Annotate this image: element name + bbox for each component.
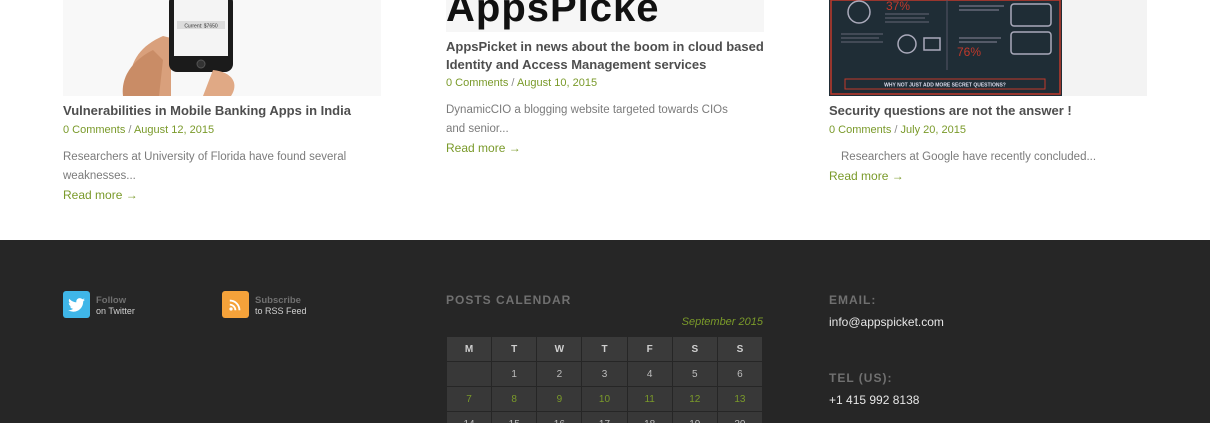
calendar-caption: September 2015 (681, 316, 763, 328)
calendar-day-link[interactable]: 11 (626, 386, 673, 412)
appspicket-logo-text: AppsPicke (446, 0, 660, 30)
calendar-day: 15 (491, 411, 538, 423)
weekday-header: T (581, 336, 628, 362)
twitter-follow-link[interactable]: Follow on Twitter (63, 291, 135, 318)
comments-link[interactable]: 0 Comments (63, 124, 125, 136)
calendar-day: 14 (445, 411, 493, 423)
weekday-header: M (445, 336, 493, 362)
rss-line2: to RSS Feed (255, 306, 307, 316)
excerpt-line: and senior... (446, 122, 509, 135)
calendar-empty-day (445, 361, 493, 387)
meta-separator: / (511, 77, 515, 89)
excerpt-line: Researchers at University of Florida hav… (63, 151, 347, 163)
weekday-header: T (491, 336, 538, 362)
site-footer: Follow on Twitter Subscribe to RSS Feed … (0, 240, 1210, 423)
excerpt-line: Researchers at Google have recently conc… (841, 151, 1097, 163)
calendar-week-row: 7 8 9 10 11 12 13 (445, 386, 764, 412)
twitter-text[interactable]: Follow on Twitter (96, 295, 135, 317)
calendar-day: 20 (716, 411, 764, 423)
calendar-day: 3 (581, 361, 628, 387)
post-thumbnail-appspicket[interactable]: AppsPicke (446, 0, 764, 32)
rss-icon[interactable] (222, 291, 249, 318)
calendar-day: 16 (536, 411, 583, 423)
calendar-header-row: M T W T F S S (445, 336, 764, 362)
calendar-day: 18 (626, 411, 673, 423)
meta-separator: / (894, 124, 898, 136)
calendar-week-row: 1 2 3 4 5 6 (445, 361, 764, 387)
tel-label: TEL (US): (829, 371, 893, 385)
calendar-heading: POSTS CALENDAR (446, 293, 572, 307)
calendar-day-link[interactable]: 8 (491, 386, 538, 412)
post-meta: 0 Comments / August 10, 2015 (446, 76, 597, 90)
calendar-day-link[interactable]: 13 (716, 386, 764, 412)
email-link[interactable]: info@appspicket.com (829, 315, 944, 329)
calendar-day: 5 (671, 361, 718, 387)
post-date[interactable]: August 10, 2015 (517, 77, 597, 89)
calendar-day: 19 (671, 411, 718, 423)
excerpt-line: DynamicCIO a blogging website targeted t… (446, 104, 728, 116)
read-more-link[interactable]: Read more → (829, 168, 904, 184)
calendar-day: 6 (716, 361, 764, 387)
comments-link[interactable]: 0 Comments (829, 124, 891, 136)
excerpt-line: weaknesses... (63, 169, 136, 182)
post-excerpt: DynamicCIO a blogging website targeted t… (446, 101, 728, 138)
rss-line1: Subscribe (255, 295, 301, 306)
post-thumbnail-mobile-banking[interactable]: Current: $7650 (63, 0, 381, 96)
infographic-image: 37% 76% WHY NOT JUST ADD MORE SECRET QUE… (829, 0, 1062, 96)
weekday-header: S (716, 336, 764, 362)
weekday-header: W (536, 336, 583, 362)
calendar-day: 17 (581, 411, 628, 423)
read-more-link[interactable]: Read more → (446, 140, 521, 156)
post-meta: 0 Comments / July 20, 2015 (829, 123, 966, 137)
post-title-appspicket-news[interactable]: AppsPicket in news about the boom in clo… (446, 38, 764, 74)
rss-text[interactable]: Subscribe to RSS Feed (255, 295, 307, 317)
hand-phone-image: Current: $7650 (122, 0, 235, 96)
thumb-fade (678, 0, 764, 32)
email-label: EMAIL: (829, 293, 877, 307)
twitter-icon[interactable] (63, 291, 90, 318)
thumb-text: Current: $7650 (184, 24, 218, 30)
calendar-day: 4 (626, 361, 673, 387)
calendar-day: 1 (491, 361, 538, 387)
meta-separator: / (128, 124, 132, 136)
weekday-header: F (626, 336, 673, 362)
comments-link[interactable]: 0 Comments (446, 77, 508, 89)
post-excerpt: Researchers at Google have recently conc… (841, 148, 1096, 167)
recent-posts-section: Current: $7650 Vulnerabilities in Mobile… (0, 0, 1210, 240)
calendar-day-link[interactable]: 9 (536, 386, 583, 412)
post-excerpt: Researchers at University of Florida hav… (63, 148, 346, 185)
stat-percent: 76% (957, 45, 981, 59)
post-meta: 0 Comments / August 12, 2015 (63, 123, 214, 137)
calendar-week-row: 14 15 16 17 18 19 20 (445, 411, 764, 423)
calendar-day-link[interactable]: 10 (581, 386, 628, 412)
infographic-banner: WHY NOT JUST ADD MORE SECRET QUESTIONS? (884, 83, 1006, 89)
tel-value[interactable]: +1 415 992 8138 (829, 393, 919, 407)
post-title-security-questions[interactable]: Security questions are not the answer ! (829, 102, 1072, 120)
weekday-header: S (671, 336, 718, 362)
posts-calendar: M T W T F S S 1 2 3 4 5 6 7 8 9 10 11 12… (445, 336, 764, 423)
stat-percent: 37% (886, 0, 910, 13)
twitter-line2: on Twitter (96, 306, 135, 316)
post-date[interactable]: August 12, 2015 (134, 124, 214, 136)
twitter-line1: Follow (96, 295, 127, 306)
rss-subscribe-link[interactable]: Subscribe to RSS Feed (222, 291, 307, 318)
post-title-mobile-banking[interactable]: Vulnerabilities in Mobile Banking Apps i… (63, 102, 351, 120)
calendar-day-link[interactable]: 7 (445, 386, 493, 412)
read-more-link[interactable]: Read more → (63, 187, 138, 203)
post-thumbnail-security-questions[interactable]: 37% 76% WHY NOT JUST ADD MORE SECRET QUE… (829, 0, 1147, 96)
calendar-day-link[interactable]: 12 (671, 386, 718, 412)
calendar-day: 2 (536, 361, 583, 387)
title-line[interactable]: AppsPicket in news about the boom in clo… (446, 38, 764, 56)
title-line[interactable]: Identity and Access Management services (446, 56, 764, 74)
post-date[interactable]: July 20, 2015 (901, 124, 966, 136)
